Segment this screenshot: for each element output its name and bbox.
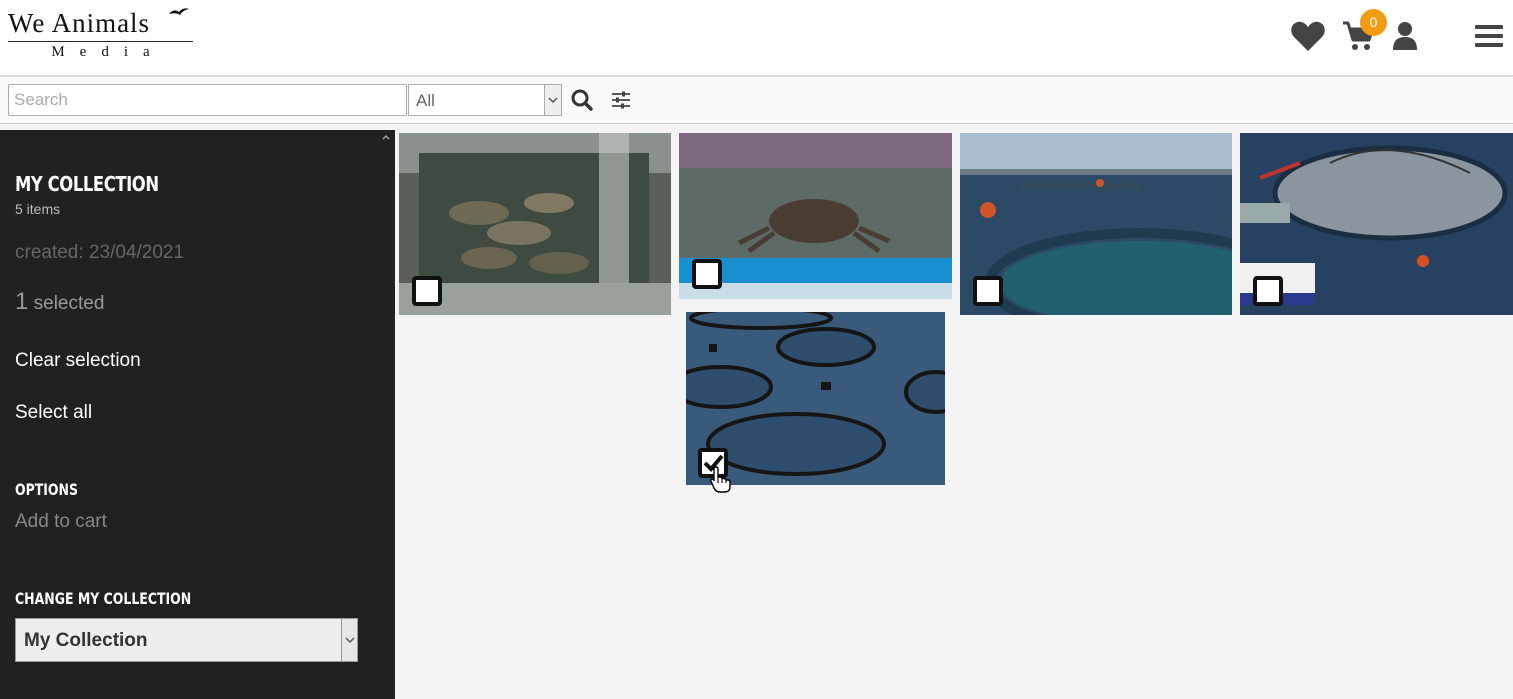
scroll-up-icon[interactable] [381,132,391,142]
select-checkbox[interactable] [692,259,722,289]
thumbnail-circular-pens[interactable] [686,312,945,485]
collection-item-count: 5 items [15,201,61,217]
selected-count-number: 1 [15,288,29,315]
user-icon[interactable] [1392,22,1418,50]
logo[interactable]: We Animals Media [8,8,194,66]
thumbnail-fish-farm-pens[interactable] [960,133,1232,315]
collection-select-value: My Collection [24,630,148,651]
bird-icon [169,8,189,15]
thumbnail-fish-tank[interactable] [399,133,671,315]
collection-sidebar: My Collection 5 items created: 23/04/202… [0,130,395,699]
search-input[interactable] [8,84,407,116]
selected-count: 1 selected [15,288,104,316]
category-select[interactable]: All [408,84,562,116]
category-select-value: All [416,91,435,110]
hand-cursor-icon [710,466,731,493]
collection-title: My Collection [15,172,159,196]
filter-icon[interactable] [611,90,631,110]
select-checkbox[interactable] [973,276,1003,306]
select-checkbox[interactable] [1253,276,1283,306]
collection-created-date: created: 23/04/2021 [15,242,185,263]
thumbnail-crab-tank[interactable] [679,133,952,299]
collection-select[interactable]: My Collection [15,618,358,662]
add-to-cart-link[interactable]: Add to cart [15,511,107,533]
select-checkbox[interactable] [412,276,442,306]
change-collection-heading: Change My Collection [15,589,192,608]
chevron-down-icon[interactable] [544,85,561,115]
logo-top-text: We Animals [8,8,151,38]
cart-count-badge: 0 [1360,9,1387,36]
search-icon[interactable] [571,89,593,111]
chevron-down-icon[interactable] [341,619,357,661]
select-all-link[interactable]: Select all [15,402,92,424]
heart-icon[interactable] [1290,20,1326,52]
logo-bottom-text: Media [51,44,165,60]
clear-selection-link[interactable]: Clear selection [15,350,141,372]
menu-icon[interactable] [1474,24,1504,50]
search-bar: All [0,77,1513,124]
options-heading: Options [15,480,78,499]
thumbnail-fish-farm-boat[interactable] [1240,133,1513,315]
header: We Animals Media 0 [0,0,1513,76]
selected-count-label: selected [28,293,105,314]
